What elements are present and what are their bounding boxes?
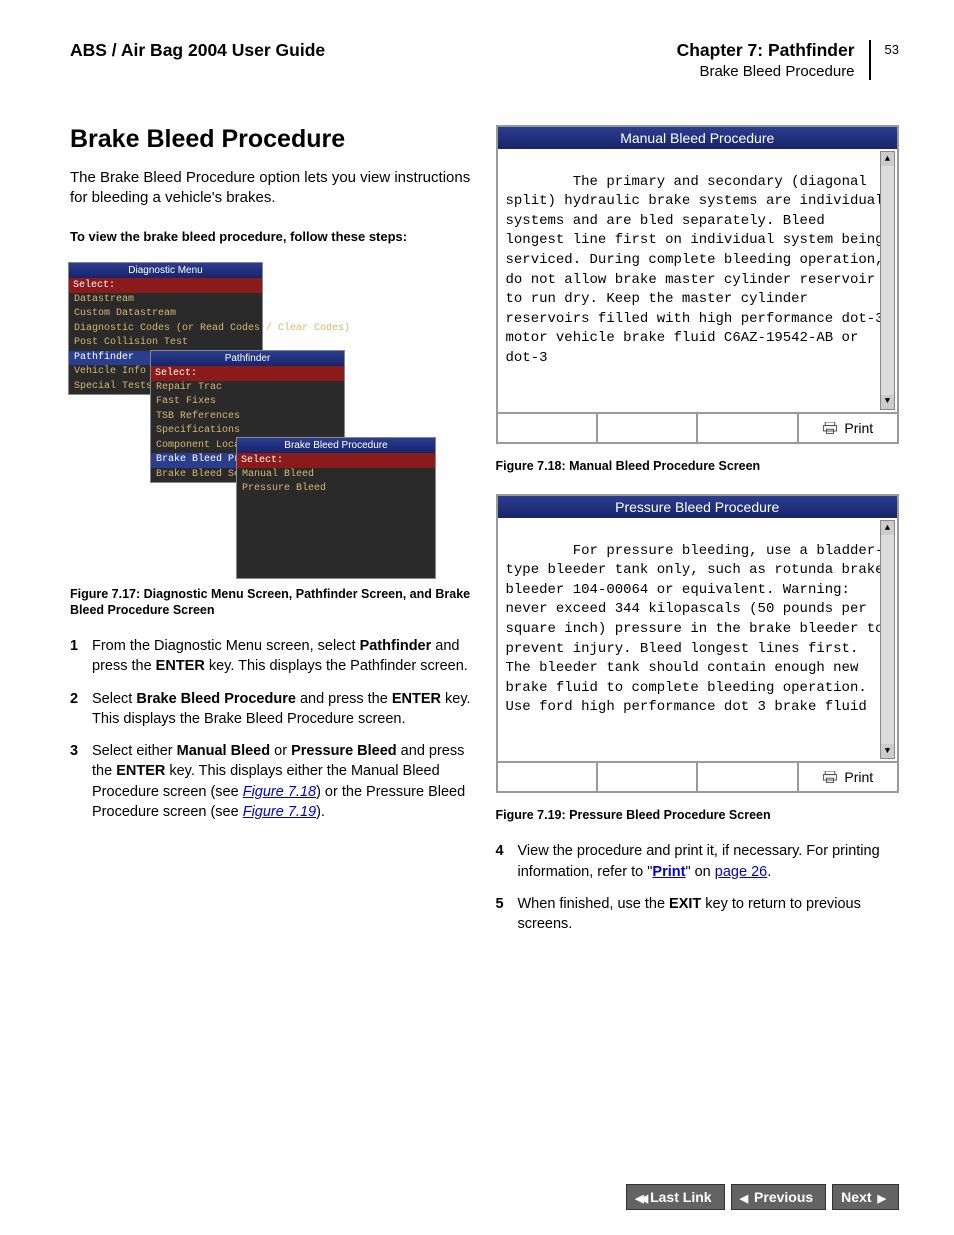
manual-bleed-text: The primary and secondary (diagonal spli… xyxy=(506,174,892,366)
last-link-button[interactable]: Last Link xyxy=(626,1184,724,1210)
left-column: Brake Bleed Procedure The Brake Bleed Pr… xyxy=(70,125,474,947)
print-button[interactable]: Print xyxy=(799,414,897,442)
figure-719-caption: Figure 7.19: Pressure Bleed Procedure Sc… xyxy=(496,807,900,823)
scroll-up-icon[interactable]: ▲ xyxy=(881,521,894,535)
chapter-block: Chapter 7: Pathfinder Brake Bleed Proced… xyxy=(677,40,871,80)
print-button[interactable]: Print xyxy=(799,763,897,791)
manual-bleed-footer: Print xyxy=(498,412,898,442)
pathfinder-title: Pathfinder xyxy=(151,351,344,366)
page-link-26[interactable]: page 26 xyxy=(715,864,767,880)
print-label: Print xyxy=(844,420,873,436)
figure-link-719[interactable]: Figure 7.19 xyxy=(243,804,316,820)
pressure-bleed-box: Pressure Bleed Procedure For pressure bl… xyxy=(496,494,900,793)
scroll-down-icon[interactable]: ▼ xyxy=(881,395,894,409)
guide-title: ABS / Air Bag 2004 User Guide xyxy=(70,40,677,61)
print-label: Print xyxy=(844,769,873,785)
figure-717: Diagnostic Menu Select: DatastreamCustom… xyxy=(68,262,438,572)
step-number: 5 xyxy=(496,894,518,935)
step-text: Select either Manual Bleed or Pressure B… xyxy=(92,741,474,822)
manual-bleed-title: Manual Bleed Procedure xyxy=(498,127,898,149)
step-text: View the procedure and print it, if nece… xyxy=(518,841,900,882)
scroll-down-icon[interactable]: ▼ xyxy=(881,744,894,758)
manual-bleed-box: Manual Bleed Procedure The primary and s… xyxy=(496,125,900,444)
previous-button[interactable]: Previous xyxy=(731,1184,827,1210)
menu-item: Diagnostic Codes (or Read Codes / Clear … xyxy=(69,322,262,337)
bbp-title: Brake Bleed Procedure xyxy=(237,438,435,453)
menu-item: Post Collision Test xyxy=(69,336,262,351)
chapter-title: Chapter 7: Pathfinder xyxy=(677,40,855,61)
step-number: 3 xyxy=(70,741,92,822)
section-title: Brake Bleed Procedure xyxy=(70,125,474,154)
figure-link-718[interactable]: Figure 7.18 xyxy=(243,784,316,800)
step-item: 4View the procedure and print it, if nec… xyxy=(496,841,900,882)
diag-menu-title: Diagnostic Menu xyxy=(69,263,262,278)
chapter-sub: Brake Bleed Procedure xyxy=(677,63,855,80)
next-button[interactable]: Next xyxy=(832,1184,899,1210)
step-number: 1 xyxy=(70,636,92,677)
step-text: Select Brake Bleed Procedure and press t… xyxy=(92,689,474,730)
step-item: 1From the Diagnostic Menu screen, select… xyxy=(70,636,474,677)
pathfinder-sub: Select: xyxy=(151,366,344,381)
step-number: 2 xyxy=(70,689,92,730)
page-header: ABS / Air Bag 2004 User Guide Chapter 7:… xyxy=(70,40,899,80)
printer-icon xyxy=(822,771,838,783)
menu-item: Repair Trac xyxy=(151,381,344,396)
right-column: Manual Bleed Procedure The primary and s… xyxy=(496,125,900,947)
step-number: 4 xyxy=(496,841,518,882)
menu-item: Pressure Bleed xyxy=(237,482,435,497)
instruct-heading: To view the brake bleed procedure, follo… xyxy=(70,229,474,244)
pressure-bleed-text: For pressure bleeding, use a bladder-typ… xyxy=(506,543,892,716)
print-link[interactable]: Print xyxy=(652,864,685,880)
bbp-sub: Select: xyxy=(237,453,435,468)
menu-item: Manual Bleed xyxy=(237,468,435,483)
diag-menu-sub: Select: xyxy=(69,278,262,293)
scroll-up-icon[interactable]: ▲ xyxy=(881,152,894,166)
menu-item: Datastream xyxy=(69,293,262,308)
menu-item: TSB References xyxy=(151,410,344,425)
manual-bleed-body: The primary and secondary (diagonal spli… xyxy=(498,149,898,412)
figure-718-caption: Figure 7.18: Manual Bleed Procedure Scre… xyxy=(496,458,900,474)
figure-717-caption: Figure 7.17: Diagnostic Menu Screen, Pat… xyxy=(70,586,474,619)
step-item: 2Select Brake Bleed Procedure and press … xyxy=(70,689,474,730)
step-text: From the Diagnostic Menu screen, select … xyxy=(92,636,474,677)
menu-item: Custom Datastream xyxy=(69,307,262,322)
step-item: 5When finished, use the EXIT key to retu… xyxy=(496,894,900,935)
printer-icon xyxy=(822,422,838,434)
step-text: When finished, use the EXIT key to retur… xyxy=(518,894,900,935)
pressure-bleed-footer: Print xyxy=(498,761,898,791)
pressure-bleed-title: Pressure Bleed Procedure xyxy=(498,496,898,518)
menu-item: Fast Fixes xyxy=(151,395,344,410)
steps-list-1: 1From the Diagnostic Menu screen, select… xyxy=(70,636,474,822)
steps-list-2: 4View the procedure and print it, if nec… xyxy=(496,841,900,934)
scrollbar[interactable]: ▲ ▼ xyxy=(880,151,895,410)
intro-text: The Brake Bleed Procedure option lets yo… xyxy=(70,168,474,209)
nav-bar: Last Link Previous Next xyxy=(626,1184,899,1210)
page-number: 53 xyxy=(885,40,899,57)
bbp-window: Brake Bleed Procedure Select: Manual Ble… xyxy=(236,437,436,579)
pressure-bleed-body: For pressure bleeding, use a bladder-typ… xyxy=(498,518,898,761)
scrollbar[interactable]: ▲ ▼ xyxy=(880,520,895,759)
step-item: 3Select either Manual Bleed or Pressure … xyxy=(70,741,474,822)
